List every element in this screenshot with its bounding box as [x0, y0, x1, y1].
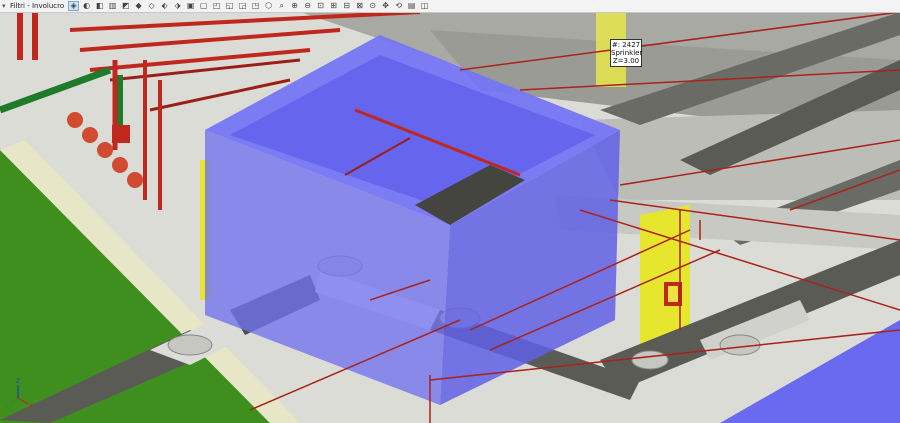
view-iso-se-icon[interactable]: ◇ [146, 1, 157, 11]
tooltip-elevation: Z=3.00 [612, 57, 640, 65]
view-back-icon[interactable]: ◩ [120, 1, 131, 11]
red-valve-inner [668, 286, 678, 302]
view-top-icon[interactable]: ◈ [68, 1, 80, 11]
zoom-window-icon[interactable]: ⊡ [315, 1, 326, 11]
element-tooltip: #: 2427 Sprinkler Z=3.00 [610, 39, 642, 67]
pan-icon[interactable]: ✥ [380, 1, 391, 11]
view-iso-nw-icon[interactable]: ⬗ [172, 1, 183, 11]
chevron-down-icon: ▾ [2, 2, 6, 10]
zoom-extents-icon[interactable]: ⊞ [328, 1, 339, 11]
zoom-all-icon[interactable]: ⊙ [367, 1, 378, 11]
save-icon[interactable]: ▤ [406, 1, 417, 11]
tooltip-type: Sprinkler [611, 49, 643, 57]
tooltip-id: #: 2427 [611, 41, 641, 49]
view-right-icon[interactable]: ▥ [107, 1, 118, 11]
filter-dropdown[interactable]: ▾ Filtri - Involucro [0, 0, 67, 12]
zoom-icon[interactable]: ⌕ [276, 1, 287, 11]
cube-edges-icon[interactable]: ⬡ [263, 1, 274, 11]
3d-viewport[interactable]: Z X Y [0, 12, 900, 423]
view-toolbar: ▾ Filtri - Involucro ◈ ◐ ◧ ▥ ◩ ◆ ◇ ⬖ ⬗ ▣… [0, 0, 900, 13]
zoom-in-icon[interactable]: ⊕ [289, 1, 300, 11]
view-iso-ne-icon[interactable]: ⬖ [159, 1, 170, 11]
axis-z-label: Z [16, 378, 20, 385]
bim-viewer: ▾ Filtri - Involucro ◈ ◐ ◧ ▥ ◩ ◆ ◇ ⬖ ⬗ ▣… [0, 0, 900, 423]
export-icon[interactable]: ◫ [419, 1, 430, 11]
zoom-previous-icon[interactable]: ⊟ [341, 1, 352, 11]
cube-hidden-icon[interactable]: ◰ [211, 1, 222, 11]
duct-fitting-5 [167, 334, 213, 356]
view-left-icon[interactable]: ◧ [94, 1, 105, 11]
zoom-selection-icon[interactable]: ⊠ [354, 1, 365, 11]
cube-wire-icon[interactable]: ▢ [198, 1, 209, 11]
axis-y-label: Y [4, 403, 9, 410]
filter-label: Filtri - Involucro [10, 2, 65, 10]
duct-fitting-3 [631, 350, 669, 370]
view-iso-sw-icon[interactable]: ◆ [133, 1, 144, 11]
cube-shaded-icon[interactable]: ▣ [185, 1, 196, 11]
zoom-out-icon[interactable]: ⊖ [302, 1, 313, 11]
orbit-icon[interactable]: ⟲ [393, 1, 404, 11]
cube-transparent-icon[interactable]: ◳ [250, 1, 261, 11]
cube-section-icon[interactable]: ◱ [224, 1, 235, 11]
view-front-icon[interactable]: ◐ [81, 1, 92, 11]
axis-x-label: X [29, 403, 33, 410]
cube-solid-icon[interactable]: ◲ [237, 1, 248, 11]
